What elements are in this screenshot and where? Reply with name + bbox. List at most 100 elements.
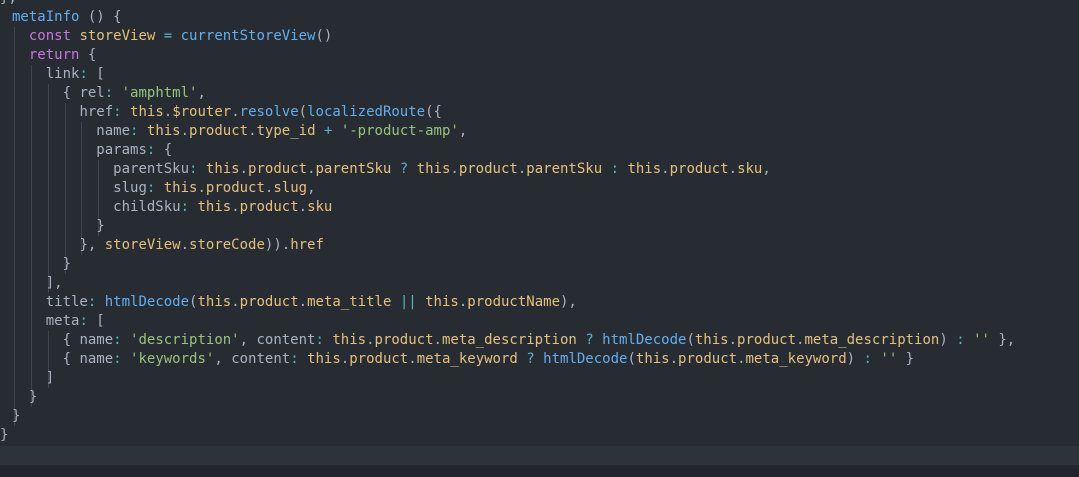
code-token: ()	[315, 28, 333, 44]
code-line[interactable]: ],	[0, 274, 1079, 293]
code-line-content: { rel: 'amphtml',	[63, 84, 206, 103]
code-line-content: slug: this.product.slug,	[113, 179, 315, 198]
code-token: slug	[113, 180, 147, 196]
indent-guide	[47, 122, 49, 141]
code-line-content: { name: 'description', content: this.pro…	[63, 331, 1016, 350]
code-token: {	[79, 47, 97, 63]
code-token: :	[113, 351, 122, 367]
code-line[interactable]: name: this.product.type_id + '-product-a…	[0, 122, 1079, 141]
code-line-content: childSku: this.product.sku	[113, 198, 332, 217]
code-token: meta	[45, 313, 80, 329]
code-line-content: { name: 'keywords', content: this.produc…	[63, 350, 915, 369]
code-token: meta_description	[804, 332, 940, 348]
code-token: .	[737, 351, 746, 367]
code-token: .	[180, 123, 190, 139]
indent-guide	[14, 369, 15, 388]
code-line[interactable]: }	[0, 426, 1079, 445]
indent-guide	[14, 217, 15, 236]
indent-guide	[81, 179, 83, 198]
indent-guide	[14, 141, 15, 160]
code-token: .	[669, 351, 679, 367]
code-line[interactable]: },	[0, 0, 1079, 8]
code-token: =	[163, 28, 173, 44]
code-line-content: }	[12, 407, 20, 426]
code-line[interactable]: childSku: this.product.sku	[0, 198, 1079, 217]
code-token: meta_title	[307, 294, 392, 310]
code-token: this	[627, 161, 662, 177]
code-line[interactable]: metaInfo () {	[0, 8, 1079, 27]
code-line[interactable]: link: [	[0, 65, 1079, 84]
code-token: this	[197, 294, 232, 310]
code-token: product	[239, 294, 299, 310]
indent-guide	[30, 217, 32, 236]
code-token: ''	[973, 332, 990, 348]
code-line[interactable]: }	[0, 388, 1079, 407]
editor-bottom-strip	[0, 465, 1079, 477]
code-token: .	[307, 161, 316, 177]
code-area[interactable]: },metaInfo () {const storeView = current…	[0, 0, 1079, 445]
code-line-content: parentSku: this.product.parentSku ? this…	[113, 160, 771, 179]
code-line[interactable]: }, storeView.storeCode)).href	[0, 236, 1079, 255]
code-token: }	[28, 389, 38, 405]
code-line[interactable]: parentSku: this.product.parentSku ? this…	[0, 160, 1079, 179]
indent-guide	[98, 160, 100, 179]
code-line-content: title: htmlDecode(this.product.meta_titl…	[46, 293, 577, 312]
code-line[interactable]: return {	[0, 46, 1079, 65]
code-token: sku	[307, 199, 333, 215]
code-token: link	[45, 66, 80, 82]
indent-guide	[64, 122, 66, 141]
code-line[interactable]: href: this.$router.resolve(localizedRout…	[0, 103, 1079, 122]
code-line-content: meta: [	[46, 312, 105, 331]
code-line[interactable]: meta: [	[0, 312, 1079, 331]
code-token: () {	[79, 9, 122, 25]
indent-guide	[81, 122, 83, 141]
code-token: .	[366, 332, 375, 348]
indent-guide	[47, 141, 49, 160]
code-line[interactable]: { name: 'keywords', content: this.produc…	[0, 350, 1079, 369]
code-line[interactable]: }	[0, 255, 1079, 274]
code-token: .	[231, 104, 240, 120]
code-token: }	[897, 351, 915, 367]
indent-guide	[14, 160, 15, 179]
code-token: .	[340, 351, 350, 367]
code-token: product	[669, 161, 729, 177]
indent-guide	[30, 65, 32, 84]
code-token: productName	[467, 294, 560, 310]
indent-guide	[14, 331, 15, 350]
code-line[interactable]: params: {	[0, 141, 1079, 160]
code-line[interactable]: { name: 'description', content: this.pro…	[0, 331, 1079, 350]
indent-guide	[47, 350, 49, 369]
code-line[interactable]: title: htmlDecode(this.product.meta_titl…	[0, 293, 1079, 312]
indent-guide	[14, 65, 15, 84]
code-token: localizedRoute	[307, 104, 426, 120]
code-token: ),	[560, 294, 577, 310]
code-token: ?	[585, 332, 594, 348]
code-token: .	[661, 161, 670, 177]
code-line[interactable]: }	[0, 407, 1079, 426]
indent-guide	[47, 198, 49, 217]
code-token: .	[450, 161, 459, 177]
code-token: }	[12, 408, 21, 424]
indent-guide	[30, 236, 32, 255]
code-line[interactable]: { rel: 'amphtml',	[0, 84, 1079, 103]
code-token: this	[416, 161, 451, 177]
code-token: {	[155, 142, 173, 158]
code-editor[interactable]: },metaInfo () {const storeView = current…	[0, 0, 1079, 446]
code-token: :	[863, 351, 872, 367]
code-line[interactable]: }	[0, 217, 1079, 236]
indent-guide	[14, 274, 15, 293]
code-token: rel	[79, 85, 105, 101]
code-token: .	[728, 161, 738, 177]
code-token: this	[205, 161, 240, 177]
code-line-content: }	[29, 388, 37, 407]
code-line[interactable]: slug: this.product.slug,	[0, 179, 1079, 198]
code-line[interactable]: ]	[0, 369, 1079, 388]
code-token: (	[686, 332, 695, 348]
code-line[interactable]: const storeView = currentStoreView()	[0, 27, 1079, 46]
code-line-content: }	[0, 426, 8, 445]
